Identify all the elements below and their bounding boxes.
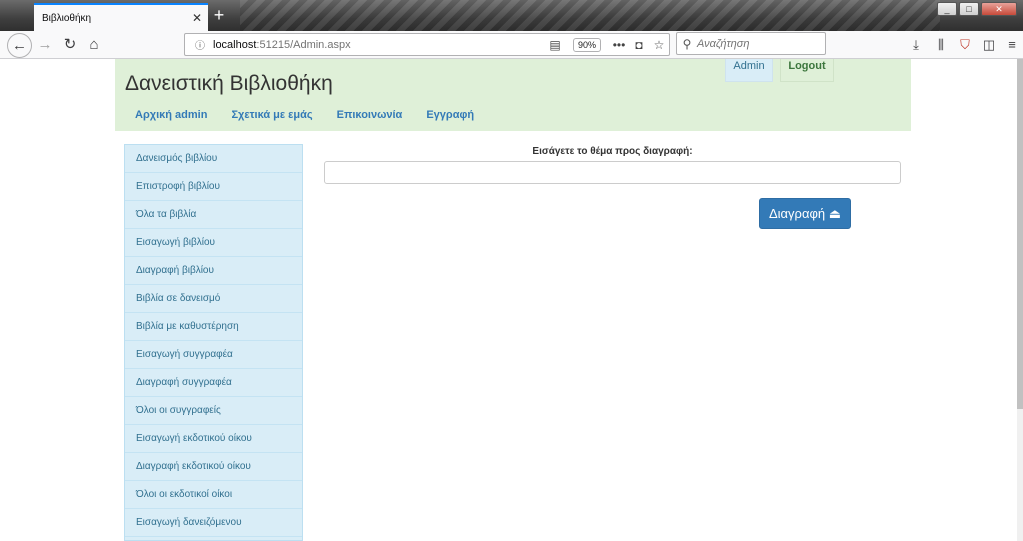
url-host: localhost <box>213 38 257 51</box>
menu-item-insert-author[interactable]: Εισαγωγή συγγραφέα <box>125 341 302 369</box>
close-window-button[interactable]: ✕ <box>981 2 1017 16</box>
menu-item-return-book[interactable]: Επιστροφή βιβλίου <box>125 173 302 201</box>
menu-item-delete-author[interactable]: Διαγραφή συγγραφέα <box>125 369 302 397</box>
delete-button[interactable]: Διαγραφή ⏏ <box>759 198 851 229</box>
download-icon[interactable]: ⤓ <box>905 33 927 57</box>
sidebar-icon[interactable]: ◫ <box>978 33 1000 57</box>
nav-about[interactable]: Σχετικά με εμάς <box>231 109 312 121</box>
close-tab-icon[interactable]: ✕ <box>186 11 208 25</box>
side-menu: Δανεισμός βιβλίου Επιστροφή βιβλίου Όλα … <box>124 144 303 541</box>
nav-home-admin[interactable]: Αρχική admin <box>135 109 207 121</box>
menu-item-delete-book[interactable]: Διαγραφή βιβλίου <box>125 257 302 285</box>
browser-tab[interactable]: Βιβλιοθήκη ✕ <box>34 3 208 31</box>
new-tab-button[interactable]: + <box>210 5 228 25</box>
browser-titlebar: Βιβλιοθήκη ✕ + _ □ ✕ <box>0 0 1023 31</box>
topic-input[interactable] <box>324 161 901 184</box>
pocket-icon[interactable]: ◘ <box>629 38 649 52</box>
browser-toolbar: ← → ↻ ⌂ ⓘ localhost:51215/Admin.aspx ▤ 9… <box>0 31 1023 59</box>
menu-item-all-authors[interactable]: Όλοι οι συγγραφείς <box>125 397 302 425</box>
menu-item-insert-borrower[interactable]: Εισαγωγή δανειζόμενου <box>125 509 302 537</box>
url-path: :51215/Admin.aspx <box>256 38 351 51</box>
tab-title: Βιβλιοθήκη <box>42 12 92 24</box>
maximize-button[interactable]: □ <box>959 2 979 16</box>
logout-button[interactable]: Logout <box>780 59 834 82</box>
reader-view-icon[interactable]: ▤ <box>545 38 565 52</box>
info-icon[interactable]: ⓘ <box>189 37 211 52</box>
menu-item-delete-publisher[interactable]: Διαγραφή εκδοτικού οίκου <box>125 453 302 481</box>
scrollbar-thumb[interactable] <box>1017 59 1023 409</box>
search-bar[interactable]: ⚲ Αναζήτηση <box>676 32 826 55</box>
ublock-icon[interactable]: ⛉ <box>954 33 976 57</box>
nav-register[interactable]: Εγγραφή <box>426 109 474 121</box>
menu-item-all-publishers[interactable]: Όλοι οι εκδοτικοί οίκοι <box>125 481 302 509</box>
menu-item-insert-book[interactable]: Εισαγωγή βιβλίου <box>125 229 302 257</box>
menu-item-cutoff[interactable] <box>125 537 302 540</box>
forward-arrow-icon[interactable]: → <box>33 33 57 57</box>
more-icon[interactable]: ••• <box>609 38 629 52</box>
minimize-button[interactable]: _ <box>937 2 957 16</box>
admin-button[interactable]: Admin <box>725 59 773 82</box>
zoom-indicator[interactable]: 90% <box>572 37 601 52</box>
menu-item-overdue-books[interactable]: Βιβλία με καθυστέρηση <box>125 313 302 341</box>
menu-icon[interactable]: ≡ <box>1001 33 1023 57</box>
search-icon: ⚲ <box>682 36 692 51</box>
page-scrollbar[interactable] <box>1017 59 1023 541</box>
home-icon[interactable]: ⌂ <box>82 33 106 57</box>
star-icon[interactable]: ☆ <box>649 38 669 52</box>
url-text: localhost:51215/Admin.aspx <box>213 39 545 51</box>
window-controls: _ □ ✕ <box>937 2 1017 16</box>
nav-contact[interactable]: Επικοινωνία <box>337 109 403 121</box>
url-bar[interactable]: ⓘ localhost:51215/Admin.aspx ▤ 90% ••• ◘… <box>184 33 670 56</box>
topic-delete-label: Εισάγετε το θέμα προς διαγραφή: <box>532 146 693 157</box>
back-arrow-icon[interactable]: ← <box>7 33 32 58</box>
reload-icon[interactable]: ↻ <box>58 33 82 57</box>
library-icon[interactable]: ⫼ <box>930 33 952 57</box>
menu-item-books-on-loan[interactable]: Βιβλία σε δανεισμό <box>125 285 302 313</box>
titlebar-texture <box>240 0 940 31</box>
menu-item-all-books[interactable]: Όλα τα βιβλία <box>125 201 302 229</box>
menu-item-lend-book[interactable]: Δανεισμός βιβλίου <box>125 145 302 173</box>
top-nav: Αρχική admin Σχετικά με εμάς Επικοινωνία… <box>135 109 498 121</box>
menu-item-insert-publisher[interactable]: Εισαγωγή εκδοτικού οίκου <box>125 425 302 453</box>
site-header: Δανειστική Βιβλιοθήκη Admin Logout Αρχικ… <box>115 59 911 131</box>
site-title: Δανειστική Βιβλιοθήκη <box>125 72 333 95</box>
search-placeholder: Αναζήτηση <box>697 37 750 50</box>
